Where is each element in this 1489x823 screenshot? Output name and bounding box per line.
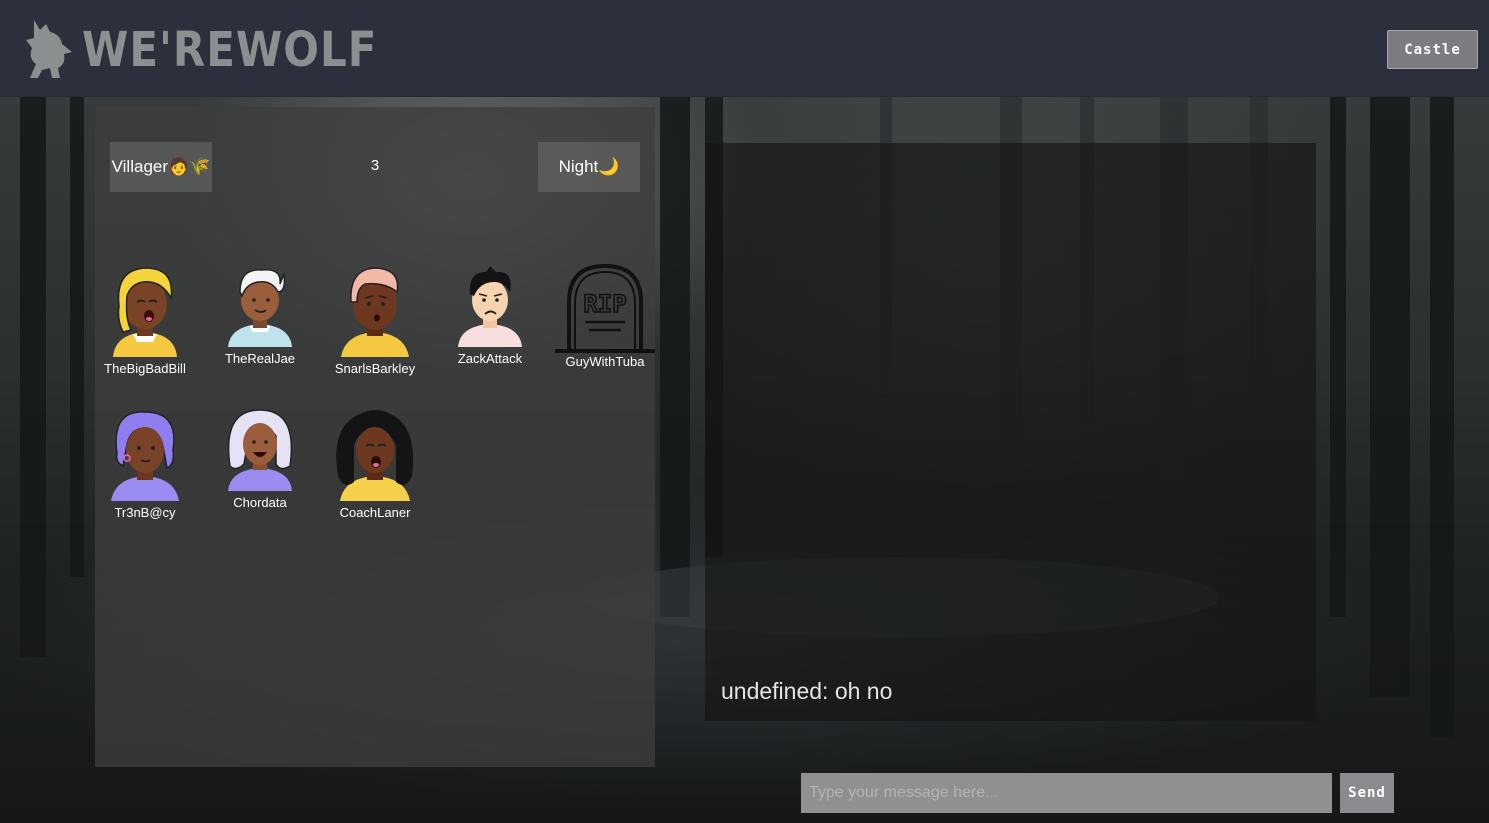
player-name: GuyWithTuba <box>565 354 645 369</box>
player-card[interactable]: TheBigBadBill <box>90 262 200 376</box>
avatar-icon <box>458 266 522 347</box>
message-input[interactable] <box>801 773 1332 813</box>
round-counter: 3 <box>370 157 380 174</box>
game-panel: Villager🧑🌾 3 Night🌙 TheBigBadBill TheRea… <box>95 107 655 767</box>
chat-panel: undefined: oh no <box>705 143 1316 721</box>
castle-button[interactable]: Castle <box>1387 30 1478 69</box>
avatar-icon <box>336 410 414 501</box>
rip-tombstone-icon: RIP <box>555 263 655 353</box>
player-card[interactable]: TheRealJae <box>205 262 315 366</box>
avatar-icon <box>113 267 177 357</box>
send-button[interactable]: Send <box>1340 773 1394 813</box>
player-name: SnarlsBarkley <box>334 361 416 376</box>
avatar-icon <box>227 409 293 491</box>
player-card[interactable]: Tr3nB@cy <box>90 406 200 520</box>
chat-message: undefined: oh no <box>721 678 893 704</box>
player-name: Tr3nB@cy <box>114 505 176 520</box>
player-name: TheRealJae <box>224 351 296 366</box>
top-nav-bar: WE'REWOLF Castle <box>0 0 1489 97</box>
werewolf-logo-icon <box>26 20 72 78</box>
role-indicator: Villager🧑🌾 <box>110 142 212 192</box>
player-card[interactable]: Chordata <box>205 406 315 510</box>
player-card[interactable]: SnarlsBarkley <box>320 262 430 376</box>
avatar-icon <box>341 267 409 357</box>
tombstone-text: RIP <box>583 290 626 318</box>
app-logo[interactable]: WE'REWOLF <box>24 18 377 80</box>
player-name: ZackAttack <box>457 351 523 366</box>
player-card[interactable]: ZackAttack <box>435 262 545 366</box>
player-name: TheBigBadBill <box>104 361 186 376</box>
player-card[interactable]: RIP GuyWithTuba <box>550 262 660 369</box>
player-name: Chordata <box>233 495 287 510</box>
phase-indicator: Night🌙 <box>538 142 640 192</box>
avatar-icon <box>111 411 179 501</box>
avatar-icon <box>228 269 292 347</box>
player-name: CoachLaner <box>339 505 411 520</box>
player-card[interactable]: CoachLaner <box>320 406 430 520</box>
app-logo-text: WE'REWOLF <box>82 20 378 78</box>
